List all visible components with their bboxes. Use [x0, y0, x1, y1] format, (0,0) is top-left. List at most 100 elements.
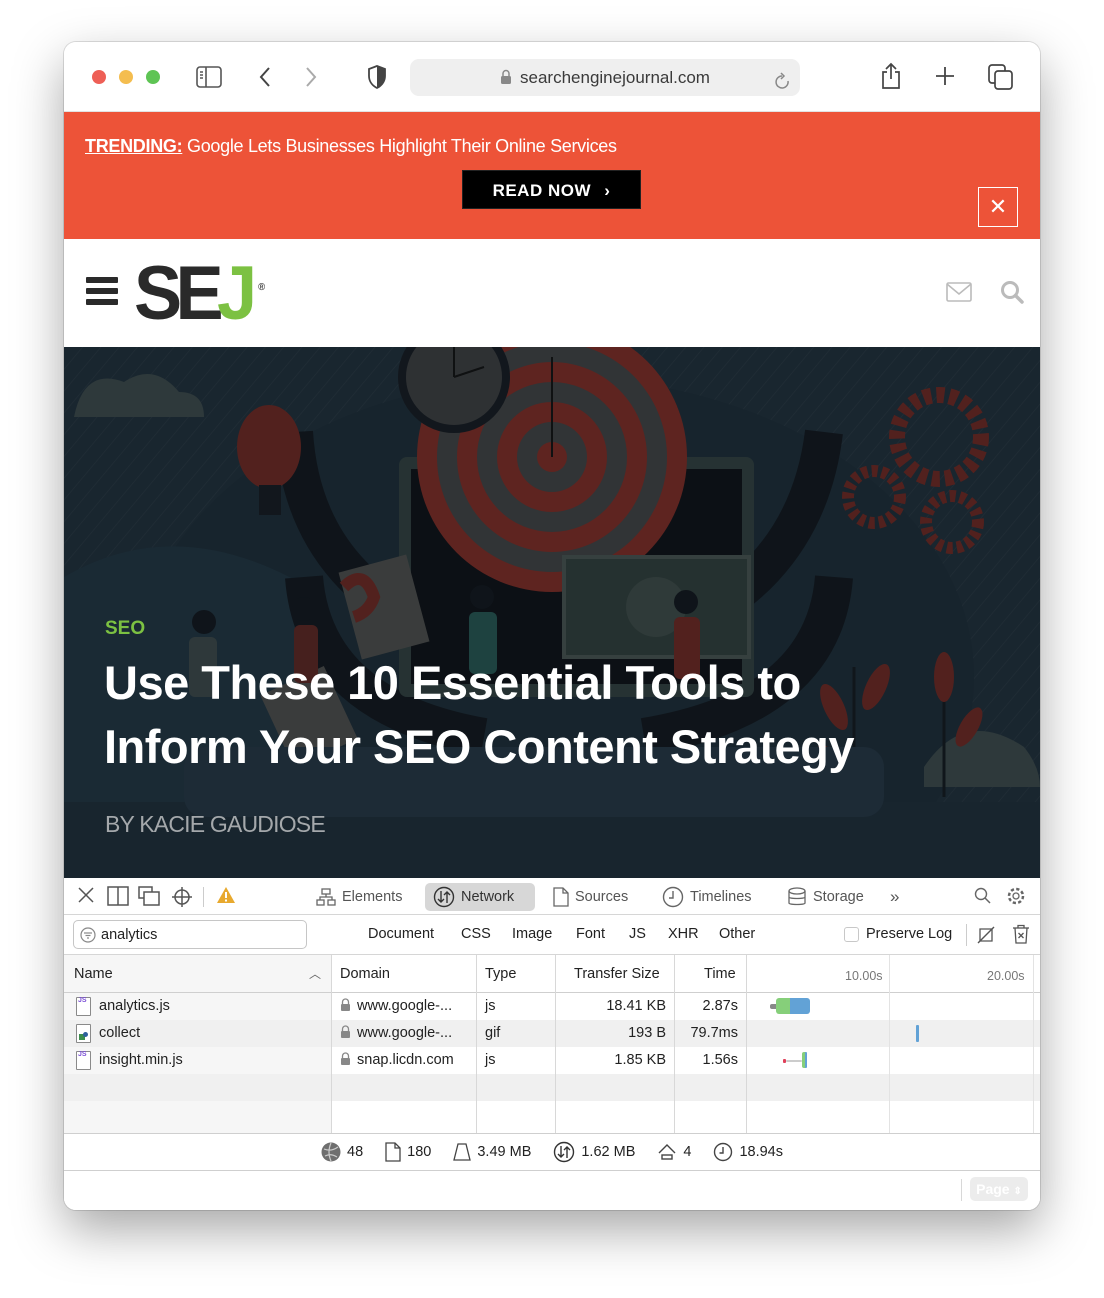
empty-row [64, 1101, 1040, 1128]
disable-cache-icon[interactable] [976, 925, 996, 949]
more-tabs-icon[interactable]: » [882, 883, 907, 911]
row-domain: snap.licdn.com [357, 1052, 454, 1068]
sort-ascending-icon[interactable]: ︿ [309, 955, 321, 993]
trending-link[interactable]: TRENDING: Google Lets Businesses Highlig… [85, 136, 617, 157]
tab-timelines[interactable]: Timelines [654, 883, 760, 911]
timeline-gridline [1033, 955, 1034, 1133]
forward-icon[interactable] [304, 66, 318, 93]
back-icon[interactable] [258, 66, 272, 93]
row-size: 1.85 KB [614, 1052, 666, 1068]
tab-storage-label: Storage [813, 889, 864, 905]
filter-input[interactable] [73, 920, 307, 949]
filter-type-js[interactable]: JS [629, 926, 646, 942]
waterfall-stalled-segment [786, 1060, 802, 1062]
filter-type-xhr[interactable]: XHR [668, 926, 699, 942]
timeline-tick-20s: 20.00s [987, 969, 1025, 983]
tab-storage[interactable]: Storage [779, 883, 872, 911]
share-icon[interactable] [880, 62, 902, 95]
zoom-window-button[interactable] [146, 70, 160, 84]
sources-icon [553, 887, 569, 907]
detach-window-icon[interactable] [138, 886, 160, 910]
globe-icon [321, 1142, 341, 1162]
preserve-log-label: Preserve Log [866, 926, 953, 942]
row-domain-cell: www.google-... [340, 1020, 452, 1047]
warning-icon[interactable] [216, 886, 236, 908]
close-inspector-icon[interactable] [77, 886, 95, 908]
article-category[interactable]: SEO [105, 618, 145, 640]
logo-j: J [217, 251, 257, 336]
search-icon[interactable] [1000, 280, 1024, 309]
address-bar[interactable]: searchenginejournal.com [410, 59, 800, 96]
new-tab-icon[interactable] [935, 66, 955, 91]
timeline-tick-10s: 10.00s [845, 969, 883, 983]
filter-type-image[interactable]: Image [512, 926, 552, 942]
article-title[interactable]: Use These 10 Essential Tools to Inform Y… [104, 651, 1004, 779]
article-author[interactable]: BY KACIE GAUDIOSE [105, 811, 326, 838]
settings-gear-icon[interactable] [1006, 886, 1026, 910]
inspector-footer: Page ⇕ [64, 1171, 1040, 1210]
shield-icon[interactable] [367, 65, 387, 94]
column-divider[interactable] [476, 955, 477, 1133]
column-header-transfer-size[interactable]: Transfer Size [574, 955, 660, 993]
tab-sources[interactable]: Sources [545, 883, 636, 911]
row-domain: www.google-... [357, 998, 453, 1014]
sej-logo[interactable]: SEJ ® [134, 251, 265, 337]
inspector-search-icon[interactable] [974, 887, 992, 909]
logo-se: SE [134, 251, 224, 336]
read-now-button[interactable]: READ NOW › [462, 170, 641, 209]
column-header-time[interactable]: Time [704, 955, 736, 993]
toolbar-divider [203, 887, 204, 907]
trending-label: TRENDING: [85, 136, 183, 156]
filter-type-css[interactable]: CSS [461, 926, 491, 942]
filter-type-document[interactable]: Document [368, 926, 434, 942]
close-window-button[interactable] [92, 70, 106, 84]
browser-window: searchenginejournal.com TRENDING: Google… [64, 42, 1040, 1210]
row-name-cell: JS analytics.js [76, 993, 170, 1020]
close-banner-button[interactable]: ✕ [978, 187, 1018, 227]
tab-overview-icon[interactable] [988, 64, 1014, 95]
dock-side-icon[interactable] [107, 886, 129, 910]
element-picker-icon[interactable] [171, 886, 193, 912]
row-type: js [485, 998, 496, 1014]
hero-illustration [64, 347, 1040, 878]
column-header-type[interactable]: Type [485, 955, 516, 993]
filter-text-input[interactable] [101, 926, 291, 943]
preserve-log-toggle[interactable]: Preserve Log [844, 926, 952, 942]
row-domain: www.google-... [357, 1025, 453, 1041]
table-row[interactable]: JS analytics.js www.google-... js 18.41 K… [64, 993, 1040, 1020]
clear-log-trash-icon[interactable] [1012, 924, 1030, 948]
document-icon [385, 1142, 401, 1162]
filter-type-other[interactable]: Other [719, 926, 755, 942]
registered-mark: ® [258, 282, 266, 293]
summary-size: 3.49 MB [453, 1142, 531, 1162]
page-selector[interactable]: Page ⇕ [970, 1177, 1028, 1201]
row-size: 18.41 KB [606, 998, 666, 1014]
hamburger-menu-icon[interactable] [86, 277, 118, 305]
column-divider[interactable] [331, 955, 332, 1133]
preserve-log-checkbox[interactable] [844, 926, 859, 942]
updown-chevron-icon: ⇕ [1013, 1186, 1022, 1197]
article-hero[interactable]: SEO Use These 10 Essential Tools to Info… [64, 347, 1040, 878]
reload-icon[interactable] [774, 68, 792, 105]
column-divider[interactable] [674, 955, 675, 1133]
sidebar-icon[interactable] [196, 66, 222, 93]
column-divider[interactable] [555, 955, 556, 1133]
row-domain-cell: snap.licdn.com [340, 1047, 454, 1074]
inspector-tab-bar: Elements Network Sources Timelines Stora… [64, 878, 1040, 915]
column-header-domain[interactable]: Domain [340, 955, 390, 993]
row-time: 79.7ms [690, 1025, 738, 1041]
network-filter-bar: Document CSS Image Font JS XHR Other Pre… [64, 915, 1040, 955]
row-type: js [485, 1052, 496, 1068]
lock-icon [341, 1025, 350, 1038]
tab-elements-label: Elements [342, 889, 403, 905]
filter-type-font[interactable]: Font [576, 926, 605, 942]
transfer-icon [554, 1141, 575, 1163]
transferred-size: 1.62 MB [581, 1144, 636, 1160]
tab-network[interactable]: Network [425, 883, 535, 911]
tab-elements[interactable]: Elements [308, 883, 410, 911]
table-row[interactable]: collect www.google-... gif 193 B 79.7ms [64, 1020, 1040, 1047]
column-divider[interactable] [746, 955, 747, 1133]
mail-icon[interactable] [946, 281, 972, 308]
minimize-window-button[interactable] [119, 70, 133, 84]
table-row[interactable]: JS insight.min.js snap.licdn.com js 1.85 … [64, 1047, 1040, 1074]
